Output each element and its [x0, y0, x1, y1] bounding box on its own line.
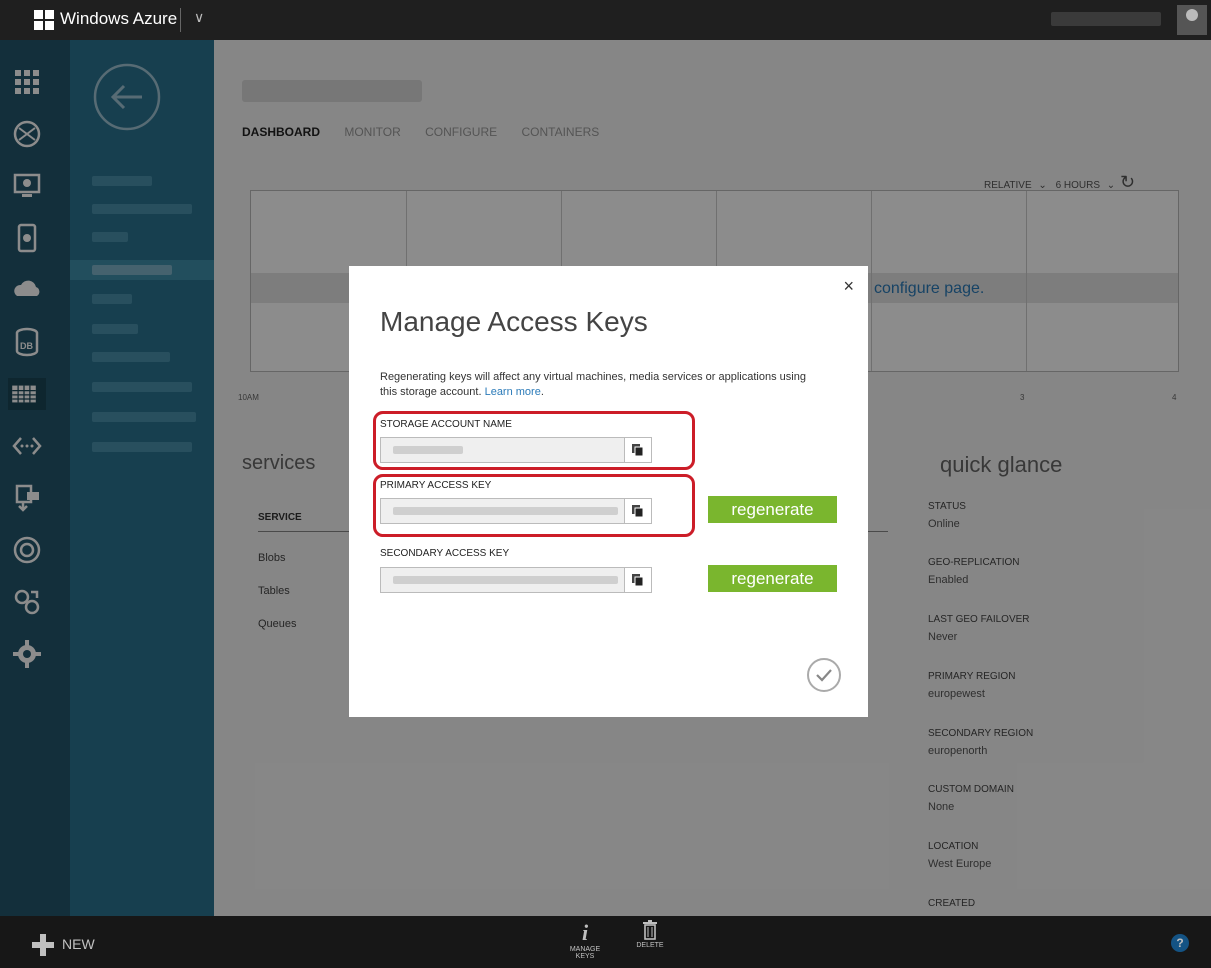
learn-more-link[interactable]: Learn more — [485, 386, 541, 398]
user-account[interactable] — [1051, 12, 1161, 26]
manage-access-keys-dialog: × Manage Access Keys Regenerating keys w… — [349, 266, 868, 717]
copy-icon[interactable] — [624, 568, 651, 592]
user-avatar-icon[interactable] — [1177, 5, 1207, 35]
top-bar: Windows Azure ∨ — [0, 0, 1211, 40]
divider — [180, 8, 181, 32]
chevron-down-icon[interactable]: ∨ — [194, 9, 204, 26]
modal-overlay-bottom — [0, 916, 1211, 968]
secondary-access-key-field[interactable] — [380, 567, 652, 593]
highlight-annotation — [373, 411, 695, 470]
redacted-value — [393, 576, 618, 584]
regenerate-primary-button[interactable]: regenerate — [708, 496, 837, 523]
regenerate-secondary-button[interactable]: regenerate — [708, 565, 837, 592]
brand-title[interactable]: Windows Azure — [60, 9, 177, 29]
dialog-title: Manage Access Keys — [380, 306, 648, 337]
windows-logo-icon[interactable] — [34, 10, 54, 30]
secondary-access-key-label: SECONDARY ACCESS KEY — [380, 548, 510, 559]
checkmark-icon[interactable] — [807, 658, 841, 692]
close-icon[interactable]: × — [843, 276, 854, 297]
dialog-description: Regenerating keys will affect any virtua… — [380, 371, 806, 398]
highlight-annotation — [373, 474, 695, 537]
